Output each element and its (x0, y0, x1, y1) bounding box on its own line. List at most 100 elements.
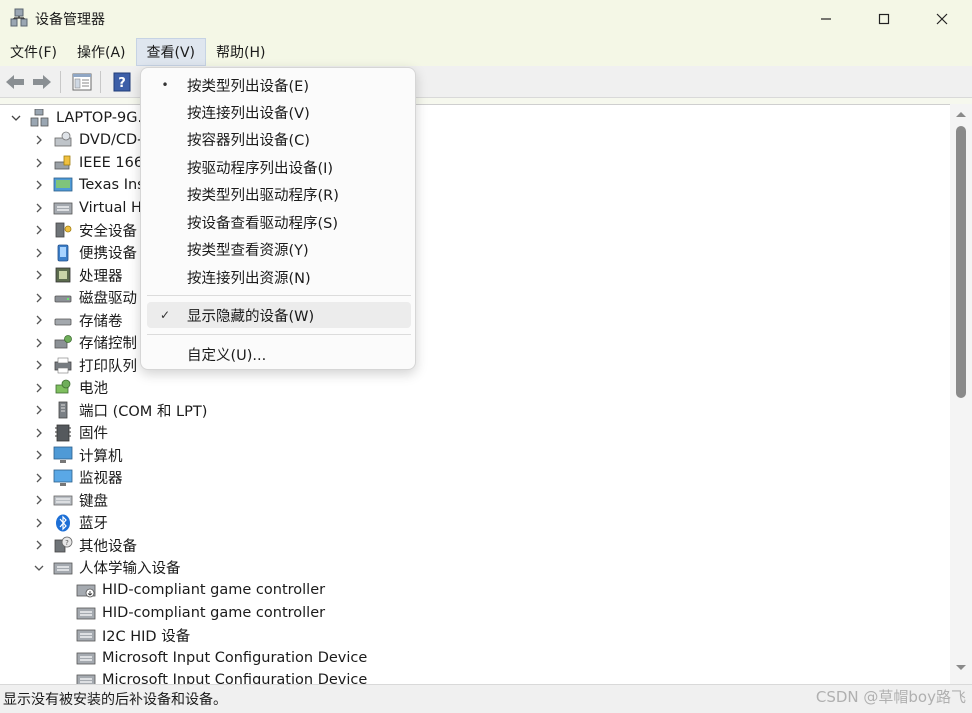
tree-category[interactable]: Texas Ins (33, 174, 145, 196)
tree-category[interactable]: 处理器 (33, 264, 123, 286)
chevron-right-icon[interactable] (33, 292, 45, 304)
tree-category[interactable]: ? 其他设备 (33, 534, 137, 556)
keyboard-icon (53, 495, 73, 506)
tree-device[interactable]: HID-compliant game controller (76, 602, 325, 624)
tree-category[interactable]: 便携设备 (33, 242, 137, 264)
tree-category-label: 端口 (COM 和 LPT) (79, 403, 208, 420)
tree-category-label: 其他设备 (79, 538, 137, 555)
watermark: CSDN @草帽boy路飞 (815, 688, 966, 706)
vertical-scrollbar[interactable] (950, 104, 972, 684)
hid-device-icon (76, 652, 96, 664)
menu-item-devices-by-driver[interactable]: 按驱动程序列出设备(I) (147, 154, 411, 180)
menu-item-drivers-by-device[interactable]: 按设备查看驱动程序(S) (147, 209, 411, 235)
chevron-right-icon[interactable] (33, 134, 45, 146)
chevron-right-icon[interactable] (33, 359, 45, 371)
menu-item-devices-by-container[interactable]: 按容器列出设备(C) (147, 126, 411, 152)
tree-device[interactable]: Microsoft Input Configuration Device (76, 669, 367, 684)
chevron-right-icon[interactable] (33, 269, 45, 281)
menu-view[interactable]: 查看(V) (135, 38, 207, 66)
disk-drive-icon (54, 295, 72, 302)
close-icon (936, 13, 948, 25)
tree-category-label: 存储控制 (79, 336, 137, 352)
chevron-down-icon[interactable] (10, 112, 22, 124)
chevron-right-icon[interactable] (33, 382, 45, 394)
chevron-right-icon[interactable] (33, 449, 45, 461)
tree-category[interactable]: 监视器 (33, 467, 123, 489)
menu-item-customize[interactable]: 自定义(U)... (147, 341, 411, 367)
properties-button[interactable] (70, 70, 94, 94)
chevron-right-icon[interactable] (33, 314, 45, 326)
hid-device-icon (76, 674, 96, 684)
forward-arrow-icon (33, 74, 51, 89)
tree-category[interactable]: 蓝牙 (33, 512, 108, 534)
minimize-button[interactable] (803, 0, 849, 38)
chevron-right-icon[interactable] (33, 202, 45, 214)
menu-item-resources-by-type[interactable]: 按类型查看资源(Y) (147, 236, 411, 262)
tree-category-label: 人体学输入设备 (79, 561, 181, 577)
tree-category-label: 处理器 (79, 268, 123, 285)
tree-category[interactable]: Virtual H (33, 197, 142, 219)
chevron-right-icon[interactable] (33, 517, 45, 529)
chevron-right-icon[interactable] (33, 157, 45, 169)
computer-icon (53, 446, 73, 463)
chevron-right-icon[interactable] (33, 472, 45, 484)
tree-category[interactable]: 磁盘驱动 (33, 287, 137, 309)
scroll-down-icon[interactable] (955, 664, 967, 672)
hid-device-icon (76, 607, 96, 619)
chevron-right-icon[interactable] (33, 247, 45, 259)
tree-category-label: Texas Ins (79, 177, 145, 193)
tree-category[interactable]: 计算机 (33, 444, 123, 466)
tree-category[interactable]: 打印队列 (33, 354, 137, 376)
chevron-right-icon[interactable] (33, 404, 45, 416)
chevron-right-icon[interactable] (33, 539, 45, 551)
scroll-thumb[interactable] (956, 126, 966, 398)
svg-text:?: ? (118, 76, 126, 91)
tree-root[interactable]: LAPTOP-9G... (10, 107, 151, 129)
tree-category[interactable]: DVD/CD- (33, 129, 142, 151)
menu-item-resources-by-connection[interactable]: 按连接列出资源(N) (147, 264, 411, 290)
menu-item-drivers-by-type[interactable]: 按类型列出驱动程序(R) (147, 181, 411, 207)
forward-button[interactable] (30, 70, 54, 94)
status-text: 显示没有被安装的后补设备和设备。 (3, 692, 227, 708)
menu-action[interactable]: 操作(A) (67, 38, 136, 66)
back-button[interactable] (3, 70, 27, 94)
tree-device-label: HID-compliant game controller (102, 604, 326, 621)
svg-text:?: ? (65, 539, 69, 547)
bluetooth-icon (56, 514, 70, 531)
chevron-right-icon[interactable] (33, 179, 45, 191)
chevron-down-icon[interactable] (33, 562, 45, 574)
menu-help[interactable]: 帮助(H) (206, 38, 275, 66)
chevron-right-icon[interactable] (33, 337, 45, 349)
help-button[interactable]: ? (110, 70, 134, 94)
port-icon (58, 401, 68, 419)
other-devices-icon: ? (54, 536, 73, 553)
maximize-icon (878, 13, 890, 25)
view-menu-dropdown: • 按类型列出设备(E) 按连接列出设备(V) 按容器列出设备(C) 按驱动程序… (140, 67, 416, 370)
tree-device[interactable]: Microsoft Input Configuration Device (76, 647, 367, 669)
tree-category[interactable]: 存储控制 (33, 332, 137, 354)
tree-category[interactable]: IEEE 1667 (33, 152, 152, 174)
chevron-right-icon[interactable] (33, 494, 45, 506)
chevron-right-icon[interactable] (33, 224, 45, 236)
scroll-up-icon[interactable] (955, 110, 967, 118)
tree-category[interactable]: 人体学输入设备 (33, 557, 181, 579)
tree-category[interactable]: 安全设备 (33, 219, 137, 241)
close-button[interactable] (919, 0, 965, 38)
tree-category-label: 存储卷 (79, 313, 123, 330)
menu-item-show-hidden-devices[interactable]: ✓ 显示隐藏的设备(W) (147, 302, 411, 328)
menu-item-devices-by-connection[interactable]: 按连接列出设备(V) (147, 99, 411, 125)
tree-device-label: Microsoft Input Configuration Device (102, 672, 368, 684)
tree-category[interactable]: 键盘 (33, 489, 108, 511)
tree-category[interactable]: 端口 (COM 和 LPT) (33, 399, 207, 421)
maximize-button[interactable] (861, 0, 907, 38)
tree-category[interactable]: 存储卷 (33, 309, 123, 331)
menu-file[interactable]: 文件(F) (0, 38, 67, 66)
chevron-right-icon[interactable] (33, 427, 45, 439)
menu-separator (147, 334, 411, 335)
tree-category-label: 键盘 (79, 493, 108, 510)
tree-device[interactable]: HID-compliant game controller (76, 579, 325, 601)
menu-item-devices-by-type[interactable]: • 按类型列出设备(E) (147, 72, 411, 98)
tree-category[interactable]: 电池 (33, 377, 108, 399)
tree-category[interactable]: 固件 (33, 422, 108, 444)
tree-device[interactable]: I2C HID 设备 (76, 624, 190, 646)
